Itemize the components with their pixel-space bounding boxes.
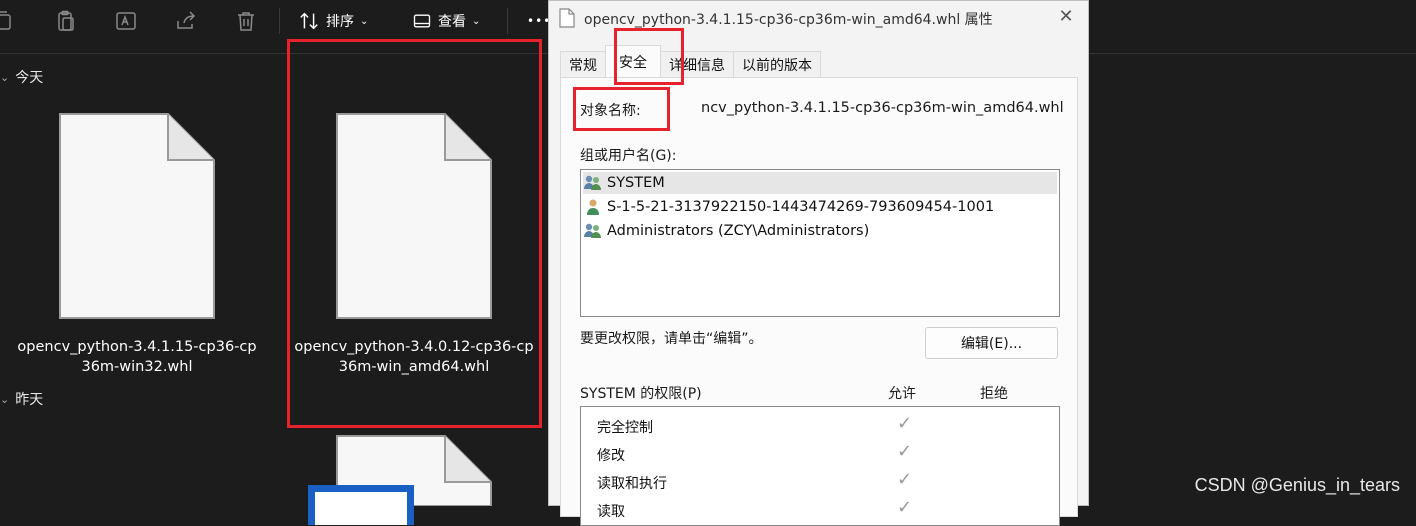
sort-button[interactable]: 排序 ⌄ (298, 8, 368, 34)
permissions-header: SYSTEM 的权限(P) (580, 386, 702, 402)
file-document-icon (59, 113, 215, 319)
permission-name: 修改 (597, 448, 625, 464)
permission-name: 完全控制 (597, 420, 653, 436)
close-icon[interactable]: ✕ (1056, 7, 1076, 27)
tab-bar: 常规 安全 详细信息 以前的版本 (560, 45, 821, 77)
group-header-today[interactable]: ⌄ 今天 (0, 67, 43, 87)
delete-icon[interactable] (234, 9, 258, 33)
highlight-box (573, 87, 670, 131)
sort-label: 排序 (326, 14, 354, 30)
dialog-title: opencv_python-3.4.1.15-cp36-cp36m-win_am… (584, 12, 993, 28)
deny-header: 拒绝 (980, 386, 1008, 402)
list-item[interactable]: SYSTEM (583, 172, 1057, 194)
share-icon[interactable] (174, 9, 198, 33)
object-name-value: ncv_python-3.4.1.15-cp36-cp36m-win_amd64… (701, 100, 1064, 116)
sort-icon (300, 12, 318, 30)
paste-icon[interactable] (54, 9, 78, 33)
rename-icon[interactable] (114, 9, 138, 33)
group-users-label: 组或用户名(G): (580, 148, 677, 164)
user-name: SYSTEM (607, 175, 665, 191)
view-button[interactable]: 查看 ⌄ (412, 8, 480, 34)
highlight-box (614, 28, 684, 85)
list-item[interactable]: Administrators (ZCY\Administrators) (583, 220, 869, 242)
list-item[interactable]: S-1-5-21-3137922150-1443474269-793609454… (583, 196, 994, 218)
permission-name: 读取 (597, 504, 625, 520)
properties-dialog: opencv_python-3.4.1.15-cp36-cp36m-win_am… (548, 0, 1089, 526)
selected-file-thumbnail[interactable] (308, 485, 414, 525)
user-icon (587, 199, 599, 215)
tab-previous-versions[interactable]: 以前的版本 (733, 51, 821, 77)
user-list[interactable]: SYSTEM S-1-5-21-3137922150-1443474269-79… (580, 169, 1060, 317)
file-icon (559, 8, 575, 28)
toolbar-separator (279, 8, 280, 34)
group-label: 昨天 (15, 392, 44, 408)
user-group-icon (584, 175, 601, 190)
file-item[interactable]: opencv_python-3.4.1.15-cp36-cp 36m-win32… (12, 112, 262, 382)
user-group-icon (584, 223, 601, 238)
copy-icon[interactable] (0, 9, 16, 33)
group-header-yesterday[interactable]: ⌄ 昨天 (0, 389, 43, 409)
change-permission-hint: 要更改权限，请单击“编辑”。 (580, 331, 763, 347)
file-name-line: opencv_python-3.4.1.15-cp36-cp (17, 339, 257, 355)
chevron-down-icon: ⌄ (0, 70, 10, 84)
group-label: 今天 (15, 70, 44, 86)
chevron-down-icon: ⌄ (0, 392, 10, 406)
user-name: S-1-5-21-3137922150-1443474269-793609454… (607, 199, 995, 215)
security-panel: 对象名称: ncv_python-3.4.1.15-cp36-cp36m-win… (560, 77, 1078, 526)
view-label: 查看 (438, 14, 466, 30)
chevron-down-icon: ⌄ (472, 15, 481, 27)
allow-check-icon: ✓ (897, 441, 913, 462)
allow-header: 允许 (888, 386, 916, 402)
highlight-box (287, 39, 542, 428)
allow-check-icon: ✓ (897, 413, 913, 434)
user-name: Administrators (ZCY\Administrators) (607, 223, 870, 239)
allow-check-icon: ✓ (897, 469, 913, 490)
view-icon (413, 14, 431, 28)
toolbar-separator (507, 8, 508, 34)
tab-general[interactable]: 常规 (560, 51, 606, 77)
watermark: CSDN @Genius_in_tears (1194, 475, 1400, 495)
permission-name: 读取和执行 (597, 476, 667, 492)
chevron-down-icon: ⌄ (360, 15, 369, 27)
allow-check-icon: ✓ (897, 497, 913, 518)
edit-button[interactable]: 编辑(E)... (925, 327, 1058, 359)
file-name-line: 36m-win32.whl (81, 359, 193, 375)
permissions-list: 完全控制 ✓ 修改 ✓ 读取和执行 ✓ 读取 ✓ (580, 406, 1060, 526)
